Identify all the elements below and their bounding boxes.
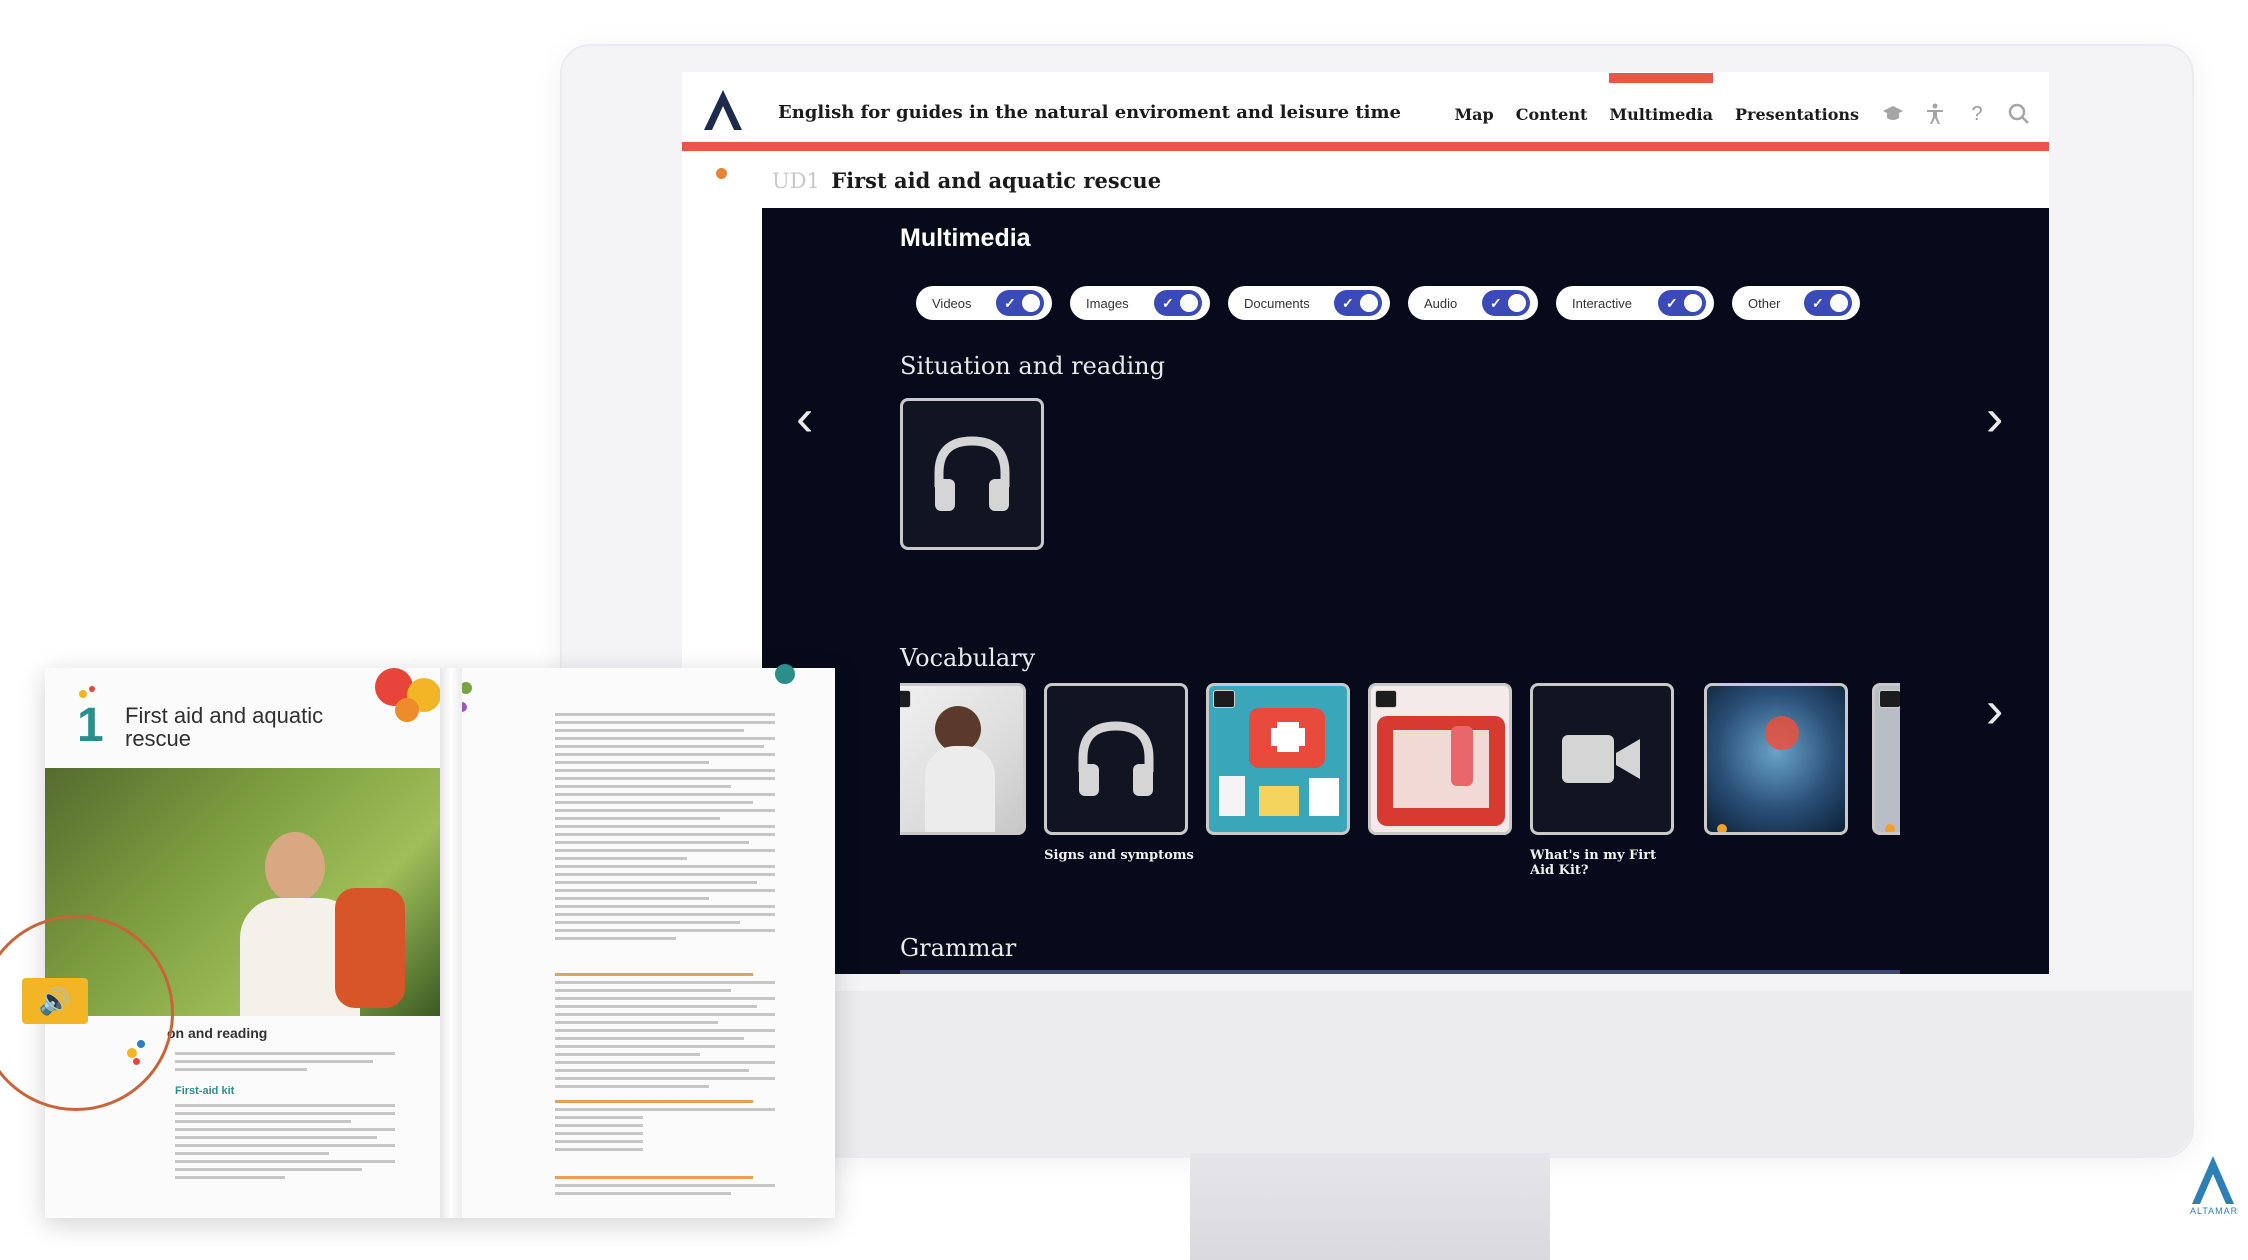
book-unit-number: 1 bbox=[77, 699, 104, 752]
check-icon: ✓ bbox=[1812, 294, 1824, 311]
filter-label: Interactive bbox=[1572, 295, 1632, 311]
headphones-icon bbox=[1078, 721, 1154, 796]
filter-other[interactable]: Other ✓ bbox=[1732, 286, 1860, 320]
vocabulary-carousel: Signs and symptoms What's in my Firt Aid… bbox=[900, 683, 1900, 923]
kit-bottle bbox=[1451, 726, 1473, 786]
filter-interactive[interactable]: Interactive ✓ bbox=[1556, 286, 1714, 320]
image-card-xray[interactable] bbox=[1704, 683, 1848, 835]
filter-bar: Videos ✓ Images ✓ Documents ✓ Audio ✓ In… bbox=[916, 286, 1878, 320]
book-spine bbox=[440, 668, 462, 1218]
kit-item bbox=[1219, 776, 1245, 816]
app-header: English for guides in the natural enviro… bbox=[682, 72, 2049, 151]
filter-label: Audio bbox=[1424, 295, 1458, 311]
person-shirt bbox=[925, 746, 995, 832]
unit-title: First aid and aquatic rescue bbox=[831, 168, 1162, 193]
book-section-label: First-aid kit bbox=[175, 1085, 235, 1097]
check-icon: ✓ bbox=[1666, 294, 1678, 311]
camera-icon bbox=[1213, 690, 1235, 708]
kit-inside bbox=[1393, 730, 1489, 808]
body-text-block bbox=[555, 713, 775, 945]
camera-icon bbox=[1375, 690, 1397, 708]
altamar-corner-logo bbox=[2192, 1156, 2234, 1204]
kit-item bbox=[1259, 786, 1299, 816]
multimedia-title: Multimedia bbox=[900, 224, 1031, 252]
activity-text-block bbox=[555, 973, 775, 1093]
section-title-vocabulary: Vocabulary bbox=[900, 644, 1036, 672]
brand-name: ALTAMAR bbox=[2190, 1206, 2239, 1216]
cross-horizontal bbox=[1271, 728, 1305, 746]
nav-map[interactable]: Map bbox=[1454, 105, 1493, 124]
accessibility-icon[interactable] bbox=[1923, 102, 1947, 126]
image-card-first-aid-kit[interactable] bbox=[1206, 683, 1350, 835]
app-screen: English for guides in the natural enviro… bbox=[682, 72, 2049, 974]
unit-heading: UD1 First aid and aquatic rescue bbox=[772, 168, 1161, 193]
filter-documents[interactable]: Documents ✓ bbox=[1228, 286, 1390, 320]
camera-icon bbox=[900, 690, 911, 708]
filter-label: Images bbox=[1086, 295, 1129, 311]
filter-label: Other bbox=[1748, 295, 1781, 311]
headphones-icon bbox=[934, 436, 1010, 511]
carousel-prev-arrow[interactable]: ‹ bbox=[796, 392, 813, 444]
check-icon: ✓ bbox=[1490, 294, 1502, 311]
activity-text-block bbox=[555, 1176, 775, 1200]
help-icon[interactable]: ? bbox=[1965, 102, 1989, 126]
body-text-block bbox=[175, 1052, 395, 1076]
section-title-grammar: Grammar bbox=[900, 934, 1017, 962]
body-text-block bbox=[175, 1104, 395, 1184]
monitor-stand bbox=[1190, 1153, 1550, 1260]
unit-indicator-dot bbox=[716, 168, 727, 179]
image-card-partial[interactable] bbox=[1872, 683, 1900, 835]
multimedia-panel: Multimedia Videos ✓ Images ✓ Documents ✓… bbox=[762, 208, 2049, 974]
altamar-logo[interactable] bbox=[702, 88, 744, 132]
header-accent-bar bbox=[682, 142, 2049, 151]
badge-dot bbox=[1717, 824, 1727, 832]
textbook-spread: 1 First aid and aquatic rescue on and re… bbox=[45, 664, 835, 1218]
main-nav: Map Content Multimedia Presentations ? bbox=[1454, 72, 2049, 126]
toggle-switch[interactable]: ✓ bbox=[1804, 290, 1852, 316]
carousel-next-arrow[interactable]: › bbox=[1986, 684, 2003, 736]
image-card[interactable] bbox=[900, 683, 1026, 835]
book-unit-title: First aid and aquatic rescue bbox=[125, 703, 324, 751]
audio-card[interactable] bbox=[900, 398, 1044, 550]
nav-multimedia[interactable]: Multimedia bbox=[1609, 72, 1713, 124]
nav-presentations[interactable]: Presentations bbox=[1735, 105, 1859, 124]
course-title: English for guides in the natural enviro… bbox=[778, 102, 1402, 123]
card-label: Signs and symptoms bbox=[1044, 848, 1194, 863]
check-icon: ✓ bbox=[1342, 294, 1354, 311]
grammar-carousel-edge bbox=[900, 970, 1900, 974]
toggle-switch[interactable]: ✓ bbox=[1658, 290, 1706, 316]
video-card[interactable] bbox=[1530, 683, 1674, 835]
activity-text-block bbox=[555, 1100, 775, 1156]
video-camera-icon bbox=[1562, 735, 1640, 783]
toggle-switch[interactable]: ✓ bbox=[1334, 290, 1382, 316]
pain-highlight bbox=[1765, 716, 1799, 750]
nav-content[interactable]: Content bbox=[1516, 105, 1588, 124]
filter-images[interactable]: Images ✓ bbox=[1070, 286, 1210, 320]
carousel-next-arrow[interactable]: › bbox=[1986, 392, 2003, 444]
filter-label: Documents bbox=[1244, 295, 1310, 311]
toggle-switch[interactable]: ✓ bbox=[1482, 290, 1530, 316]
check-icon: ✓ bbox=[1162, 294, 1174, 311]
unit-code: UD1 bbox=[772, 169, 820, 193]
badge-dot bbox=[1885, 824, 1895, 832]
filter-label: Videos bbox=[932, 295, 972, 311]
section-title-situation: Situation and reading bbox=[900, 352, 1165, 380]
filter-audio[interactable]: Audio ✓ bbox=[1408, 286, 1538, 320]
search-icon[interactable] bbox=[2007, 102, 2031, 126]
graduation-cap-icon[interactable] bbox=[1881, 102, 1905, 126]
card-label: What's in my Firt Aid Kit? bbox=[1530, 848, 1657, 878]
toggle-switch[interactable]: ✓ bbox=[1154, 290, 1202, 316]
speaker-icon[interactable]: 🔊 bbox=[22, 978, 88, 1024]
audio-card-signs-symptoms[interactable] bbox=[1044, 683, 1188, 835]
camera-icon bbox=[1879, 690, 1900, 708]
filter-videos[interactable]: Videos ✓ bbox=[916, 286, 1052, 320]
toggle-switch[interactable]: ✓ bbox=[996, 290, 1044, 316]
image-card-red-kit[interactable] bbox=[1368, 683, 1512, 835]
book-subheading: on and reading bbox=[167, 1025, 268, 1041]
kit-item bbox=[1309, 778, 1339, 816]
check-icon: ✓ bbox=[1004, 294, 1016, 311]
